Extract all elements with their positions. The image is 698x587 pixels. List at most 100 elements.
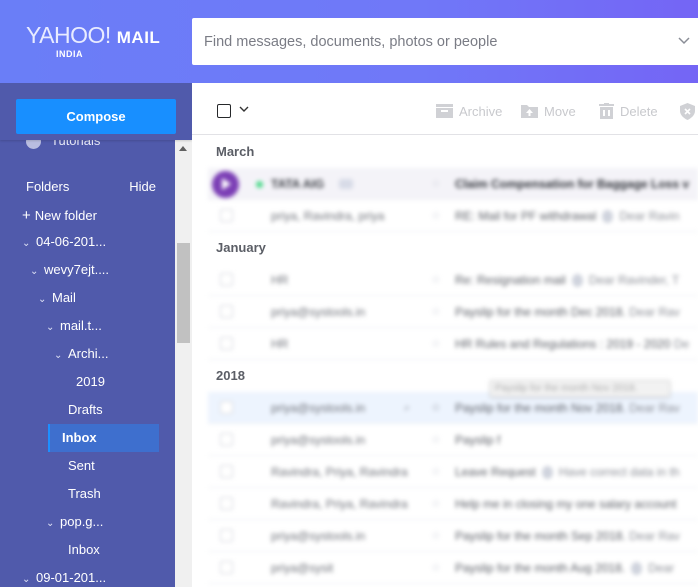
sidebar-folder-item[interactable]: Inbox bbox=[48, 424, 159, 452]
yahoo-mail-logo[interactable]: YAHOO! MAIL INDIA bbox=[26, 22, 176, 59]
archive-button[interactable]: Archive bbox=[436, 102, 502, 120]
message-checkbox[interactable] bbox=[220, 529, 233, 542]
compose-button[interactable]: Compose bbox=[16, 99, 176, 134]
select-all-checkbox[interactable] bbox=[217, 104, 231, 118]
logo-brand: YAHOO! bbox=[26, 22, 111, 48]
trash-icon bbox=[599, 103, 614, 119]
chevron-down-icon[interactable]: ⌄ bbox=[46, 510, 60, 538]
message-row[interactable]: priya@systools.in ☆ Payslip for the month … bbox=[208, 296, 698, 328]
scroll-up-arrow-icon[interactable] bbox=[179, 146, 187, 151]
star-icon[interactable]: ☆ bbox=[431, 392, 441, 424]
sidebar-folder-item[interactable]: Trash bbox=[0, 480, 175, 508]
message-row[interactable]: HR ☆ HR Rules and Regulations : 2019 - 202… bbox=[208, 328, 698, 360]
message-checkbox[interactable] bbox=[220, 401, 233, 414]
subject-text: HR Rules and Regulations : 2019 - 2020 bbox=[455, 337, 671, 351]
search-options-chevron-icon[interactable] bbox=[676, 32, 692, 48]
subject-text: Payslip f bbox=[455, 433, 501, 447]
hide-folders-button[interactable]: Hide bbox=[129, 179, 156, 194]
message-list-pane: Archive Move Delete March TATA AIG ☆ Claim … bbox=[192, 83, 698, 587]
delete-label: Delete bbox=[620, 103, 658, 119]
select-options-chevron-icon[interactable] bbox=[238, 103, 250, 115]
scrollbar-thumb[interactable] bbox=[177, 243, 190, 343]
message-checkbox[interactable] bbox=[220, 561, 233, 574]
star-icon[interactable]: ☆ bbox=[431, 520, 441, 552]
message-row[interactable]: Ravindra, Priya, Ravindra ☆ Help me in clo… bbox=[208, 488, 698, 520]
message-row[interactable]: Ravindra, Priya, Ravindra ☆ Leave Request H… bbox=[208, 456, 698, 488]
star-icon[interactable]: ☆ bbox=[431, 168, 441, 200]
chevron-down-icon[interactable]: ⌄ bbox=[22, 566, 36, 587]
star-icon[interactable]: ☆ bbox=[431, 296, 441, 328]
date-group-header: January bbox=[216, 240, 266, 255]
attachment-icon bbox=[571, 274, 583, 288]
subject-text: Payslip for the month Sep 2018. bbox=[455, 529, 626, 543]
star-icon[interactable]: ☆ bbox=[431, 456, 441, 488]
message-checkbox[interactable] bbox=[220, 433, 233, 446]
message-row[interactable]: HR ☆ Re: Resignation mail Dear Ravinder, T bbox=[208, 264, 698, 296]
message-subject: Re: Resignation mail Dear Ravinder, T bbox=[455, 264, 698, 296]
new-folder-button[interactable]: + New folder bbox=[22, 207, 97, 224]
sidebar-folder-item[interactable]: ⌄ Archi... bbox=[0, 340, 175, 368]
sidebar-folder-item[interactable]: ⌄ wevy7ejt.... bbox=[0, 256, 175, 284]
message-row[interactable]: TATA AIG ☆ Claim Compensation for Baggage … bbox=[208, 168, 698, 200]
message-snippet: Dear Rav bbox=[629, 305, 680, 319]
star-icon[interactable]: ☆ bbox=[431, 488, 441, 520]
chevron-down-icon[interactable]: ⌄ bbox=[54, 342, 68, 370]
sidebar-folder-item[interactable]: Sent bbox=[0, 452, 175, 480]
sidebar-folder-item[interactable]: Drafts bbox=[0, 396, 175, 424]
sidebar-folder-item[interactable]: ⌄ pop.g... bbox=[0, 508, 175, 536]
attachment-icon bbox=[541, 466, 553, 480]
message-sender: Ravindra, Priya, Ravindra bbox=[271, 465, 408, 479]
chevron-down-icon[interactable]: ⌄ bbox=[22, 230, 36, 258]
sidebar-scrollbar[interactable] bbox=[175, 140, 192, 587]
yahoo-mail-app: YAHOO! MAIL INDIA Compose Tutorials Folde… bbox=[0, 0, 698, 587]
sidebar-folder-item[interactable]: 2019 bbox=[0, 368, 175, 396]
spam-shield-icon bbox=[680, 102, 695, 120]
chevron-down-icon[interactable]: ⌄ bbox=[46, 314, 60, 342]
folder-tree: ⌄ 04-06-201... ⌄ wevy7ejt.... ⌄ Mail ⌄ mail.t..… bbox=[0, 228, 175, 587]
search-input[interactable] bbox=[204, 18, 664, 65]
attachment-icon bbox=[631, 562, 643, 576]
message-subject: Payslip for the month Sep 2018. Dear Rav bbox=[455, 520, 698, 552]
message-snippet: Dear Rav bbox=[629, 401, 680, 415]
message-checkbox[interactable] bbox=[220, 305, 233, 318]
delete-button[interactable]: Delete bbox=[599, 102, 658, 120]
star-icon[interactable]: ☆ bbox=[431, 200, 441, 232]
new-folder-label: New folder bbox=[34, 208, 97, 223]
message-row[interactable]: priya, Ravindra, priya ☆ RE: Mail for PF w… bbox=[208, 200, 698, 232]
move-button[interactable]: Move bbox=[521, 102, 576, 120]
sidebar-folder-item[interactable]: Inbox bbox=[0, 536, 175, 564]
spam-button[interactable] bbox=[680, 102, 695, 120]
date-group-header: March bbox=[216, 144, 255, 159]
star-icon[interactable]: ☆ bbox=[431, 424, 441, 456]
sidebar-folder-item[interactable]: ⌄ mail.t... bbox=[0, 312, 175, 340]
sidebar-folder-item[interactable]: ⌄ 04-06-201... bbox=[0, 228, 175, 256]
move-folder-icon bbox=[521, 105, 538, 118]
message-snippet: Dear bbox=[648, 561, 675, 575]
message-checkbox[interactable] bbox=[220, 465, 233, 478]
search-sender-icon[interactable]: ⌕ bbox=[404, 392, 410, 424]
message-snippet: Have correct data in th bbox=[558, 465, 680, 479]
logo-product: MAIL bbox=[116, 28, 161, 47]
message-checkbox[interactable] bbox=[220, 497, 233, 510]
unread-dot-icon bbox=[256, 181, 263, 188]
star-icon[interactable]: ☆ bbox=[431, 264, 441, 296]
sidebar-folder-item[interactable]: ⌄ 09-01-201... bbox=[0, 564, 175, 587]
folder-label: Drafts bbox=[68, 402, 103, 417]
chevron-down-icon[interactable]: ⌄ bbox=[30, 258, 44, 286]
star-icon[interactable]: ☆ bbox=[431, 552, 441, 584]
folder-label: 04-06-201... bbox=[36, 234, 107, 249]
sidebar-folder-item[interactable]: ⌄ Mail bbox=[0, 284, 175, 312]
message-row[interactable]: priya@sysit ☆ Payslip for the month Aug 20… bbox=[208, 552, 698, 584]
subject-text: Re: Resignation mail bbox=[455, 273, 566, 287]
sender-avatar-icon[interactable] bbox=[212, 171, 239, 198]
message-snippet: Dear Ravin bbox=[619, 209, 680, 223]
message-row[interactable]: priya@systools.in ☆ Payslip f bbox=[208, 424, 698, 456]
message-checkbox[interactable] bbox=[220, 337, 233, 350]
search-box bbox=[192, 18, 698, 65]
message-snippet: De bbox=[673, 337, 690, 351]
message-checkbox[interactable] bbox=[220, 273, 233, 286]
message-checkbox[interactable] bbox=[220, 209, 233, 222]
chevron-down-icon[interactable]: ⌄ bbox=[38, 286, 52, 314]
star-icon[interactable]: ☆ bbox=[431, 328, 441, 360]
message-row[interactable]: priya@systools.in ☆ Payslip for the month … bbox=[208, 520, 698, 552]
